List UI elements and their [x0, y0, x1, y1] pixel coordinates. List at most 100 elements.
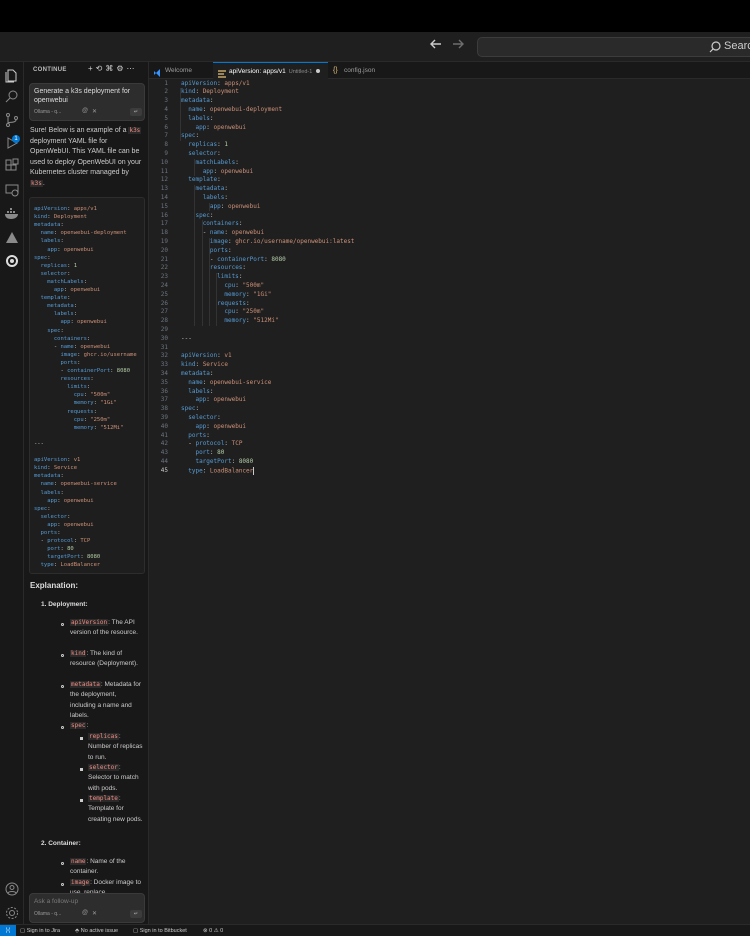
explorer-badge: 1 [12, 135, 20, 143]
code-line: app: openwebui [195, 396, 247, 404]
code-line: app: openwebui [202, 167, 254, 175]
list-item: selector: Selector to match with pods. [88, 764, 139, 792]
bullet [61, 685, 64, 688]
followup-input[interactable]: Ask a follow-up Ollama - q... @ ✕ ↵ [29, 893, 145, 923]
search-icon[interactable] [4, 89, 20, 105]
code-line: app: openwebui [53, 287, 101, 293]
line-number: 7 [164, 132, 168, 140]
tab-config-json[interactable]: {} config.json [328, 62, 388, 79]
code-line: image: ghcr.io/username/openwebui:latest [209, 237, 355, 245]
tools-icon[interactable]: ✕ [92, 910, 97, 917]
panel-title: CONTINUE [33, 67, 67, 73]
code-line: memory: "512Mi" [73, 424, 124, 431]
bullet [61, 623, 64, 626]
bullet [61, 654, 64, 657]
code-line: name: openwebui-service [40, 481, 117, 488]
indent-guide [180, 88, 181, 142]
ai-triangle-icon[interactable] [4, 230, 20, 246]
line-number: 43 [160, 449, 168, 457]
more-icon[interactable]: ⋯ [127, 64, 138, 73]
code-line: targetPort: 8080 [47, 554, 101, 561]
bitbucket-signin[interactable]: ▢ Sign in to Bitbucket [133, 925, 187, 936]
at-mention-icon[interactable]: @ [82, 910, 88, 916]
settings-icon[interactable]: ⚙ [116, 64, 126, 73]
code-line: port: 80 [47, 546, 74, 553]
code-line: app: openwebui [195, 123, 247, 131]
submit-icon[interactable]: ↵ [130, 910, 142, 918]
extensions-icon[interactable] [4, 158, 20, 174]
code-line: app: openwebui [195, 422, 247, 430]
line-number: 25 [160, 290, 168, 298]
account-icon[interactable] [4, 881, 20, 897]
remote-icon[interactable]: ⟩⟨ [0, 925, 16, 936]
code-line: template: [188, 176, 221, 184]
code-line: limits: [67, 384, 91, 391]
arrow-right-icon[interactable] [449, 36, 467, 56]
at-mention-icon[interactable]: @ [82, 108, 88, 114]
new-session-icon[interactable]: + [88, 64, 96, 73]
list-item: apiVersion: The API version of the resou… [70, 619, 138, 637]
files-icon[interactable] [4, 68, 20, 84]
code-line: app: openwebui [47, 497, 94, 504]
code-line: selector: [40, 270, 71, 277]
inline-code: k3s [128, 127, 142, 134]
line-number: 22 [160, 264, 168, 272]
code-line: ports: [60, 359, 81, 366]
line-number: 14 [160, 193, 168, 201]
code-line: labels: [188, 387, 214, 395]
submit-icon[interactable]: ↵ [130, 108, 142, 116]
code-line: spec: [34, 505, 51, 512]
tools-icon[interactable]: ✕ [92, 108, 97, 115]
intro-text: Sure! Below is an example of a [30, 127, 129, 134]
source-control-icon[interactable] [4, 112, 20, 128]
line-number: 26 [160, 299, 168, 307]
code-line: - protocol: TCP [188, 440, 243, 448]
code-line: - containerPort: 8080 [209, 255, 286, 263]
code-line: port: 80 [195, 449, 225, 457]
unsaved-dot-icon[interactable] [316, 69, 321, 74]
search-label: Search [724, 40, 750, 52]
code-line: spec: [181, 405, 200, 413]
command-center-search[interactable]: Search [477, 37, 750, 57]
code-line: - name: openwebui [53, 343, 111, 350]
docker-icon[interactable] [4, 206, 20, 222]
top-blank-area [0, 0, 750, 32]
arrow-left-icon[interactable] [427, 36, 445, 56]
yaml-code-block: apiVersion: apps/v1 kind: Deployment metad… [29, 197, 145, 574]
problems-indicator[interactable]: ⊗ 0 ⚠ 0 [203, 925, 223, 936]
panel-toolbar: +⟲⌘⚙⋯ [88, 64, 138, 73]
code-line: labels: [202, 193, 228, 201]
tab-welcome[interactable]: Welcome [149, 62, 213, 79]
line-number: 15 [160, 202, 168, 210]
line-number: 17 [160, 220, 168, 228]
code-line: labels: [40, 238, 64, 245]
model-select[interactable]: Ollama - q... [34, 911, 61, 917]
remote-explorer-icon[interactable] [4, 182, 20, 198]
history-icon[interactable]: ⟲ [96, 64, 106, 73]
code-line: labels: [188, 114, 214, 122]
jira-signin[interactable]: ▢ Sign in to Jira [20, 925, 60, 936]
model-select[interactable]: Ollama - q... [34, 109, 61, 115]
line-number: 36 [160, 387, 168, 395]
code-line: app: openwebui [47, 246, 94, 253]
vscode-logo-icon [154, 67, 162, 77]
code-line: spec: [195, 211, 214, 219]
fullscreen-icon[interactable]: ⌘ [105, 64, 116, 73]
tab-label: config.json [344, 67, 376, 74]
tab-untitled[interactable]: apiVersion: apps/v1 Untitled-1 [213, 62, 328, 79]
code-line: replicas: 1 [40, 262, 78, 269]
code-line: ports: [209, 246, 232, 254]
yaml-file-icon [218, 68, 226, 78]
code-line: kind: Deployment [34, 214, 87, 221]
jira-issue[interactable]: ⬘ No active issue [75, 925, 118, 936]
code-line: memory: "1Gi" [73, 400, 117, 407]
code-line: replicas: 1 [188, 141, 228, 149]
continue-panel: CONTINUE +⟲⌘⚙⋯ Generate a k3s deployment… [24, 62, 149, 924]
code-line: --- [181, 334, 192, 342]
code-line: metadata: [195, 185, 228, 193]
user-prompt-card[interactable]: Generate a k3s deployment for openwebui … [29, 83, 145, 121]
settings-gear-icon[interactable] [4, 905, 20, 921]
line-number: 12 [160, 176, 168, 184]
continue-icon[interactable] [4, 253, 20, 269]
bullet [80, 737, 83, 740]
